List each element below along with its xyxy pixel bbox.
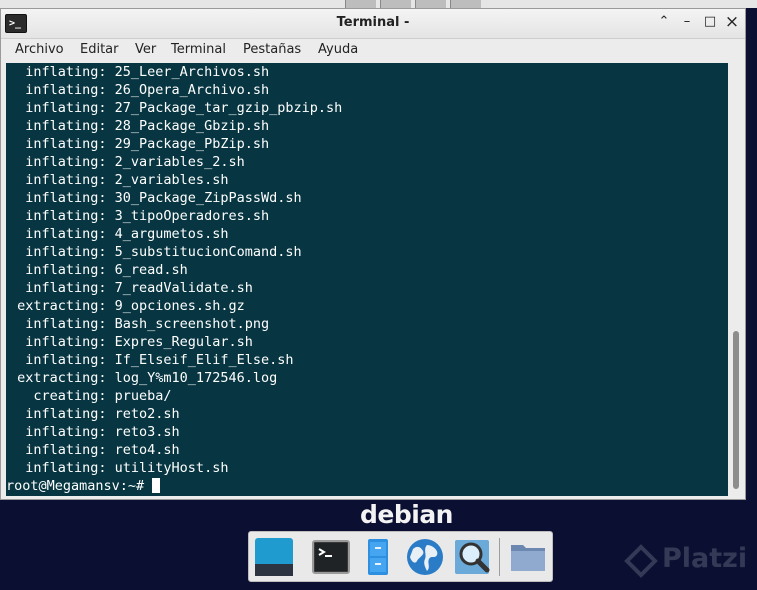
- shade-button[interactable]: ⌃: [655, 13, 673, 31]
- folder-icon[interactable]: [508, 537, 548, 577]
- app-finder-icon[interactable]: [453, 537, 493, 577]
- window-title: Terminal -: [336, 15, 410, 30]
- terminal-line: inflating: 7_readValidate.sh: [9, 280, 253, 296]
- terminal-line: inflating: 5_substitucionComand.sh: [9, 244, 302, 260]
- file-cabinet-icon[interactable]: [358, 537, 398, 577]
- terminal-line: inflating: 29_Package_PbZip.sh: [9, 136, 270, 152]
- terminal-line: extracting: 9_opciones.sh.gz: [9, 298, 245, 314]
- platzi-watermark: Platzi: [662, 543, 748, 574]
- terminal-line: inflating: Bash_screenshot.png: [9, 316, 270, 332]
- debian-logo: debian: [360, 500, 453, 529]
- terminal-line: inflating: 4_argumetos.sh: [9, 226, 229, 242]
- terminal-line: inflating: reto2.sh: [9, 406, 180, 422]
- terminal-line: inflating: utilityHost.sh: [9, 460, 229, 476]
- menu-archivo[interactable]: Archivo: [15, 42, 64, 57]
- platzi-logo-icon: [624, 544, 658, 578]
- terminal-line: inflating: reto4.sh: [9, 442, 180, 458]
- menu-pestanas[interactable]: Pestañas: [243, 42, 301, 57]
- menu-editar[interactable]: Editar: [80, 42, 119, 57]
- terminal-line: extracting: log_Y%m10_172546.log: [9, 370, 278, 386]
- menu-terminal[interactable]: Terminal: [171, 42, 226, 57]
- terminal-line: inflating: 28_Package_Gbzip.sh: [9, 118, 270, 134]
- terminal-icon[interactable]: [311, 537, 351, 577]
- show-desktop-icon[interactable]: [254, 537, 294, 577]
- menu-ayuda[interactable]: Ayuda: [318, 42, 358, 57]
- terminal-line: inflating: 2_variables_2.sh: [9, 154, 245, 170]
- minimize-button[interactable]: –: [678, 13, 696, 31]
- terminal-output[interactable]: inflating: 25_Leer_Archivos.sh inflating…: [6, 63, 728, 496]
- terminal-line: inflating: reto3.sh: [9, 424, 180, 440]
- terminal-window: >_ Terminal - ⌃ – □ × Archivo Editar Ver…: [0, 8, 746, 500]
- menu-ver[interactable]: Ver: [135, 42, 156, 57]
- terminal-line: inflating: 27_Package_tar_gzip_pbzip.sh: [9, 100, 343, 116]
- terminal-line: inflating: Expres_Regular.sh: [9, 334, 253, 350]
- scrollbar[interactable]: [730, 63, 742, 496]
- title-bar[interactable]: >_ Terminal - ⌃ – □ ×: [1, 9, 745, 39]
- close-button[interactable]: ×: [723, 13, 741, 31]
- terminal-line: inflating: 2_variables.sh: [9, 172, 229, 188]
- dock-separator: [499, 538, 500, 576]
- background-tab: [450, 0, 481, 8]
- dock-panel: [248, 531, 553, 582]
- background-tab: [345, 0, 376, 8]
- shell-prompt: root@Megamansv:~#: [6, 478, 153, 494]
- terminal-line: inflating: 30_Package_ZipPassWd.sh: [9, 190, 302, 206]
- background-app-strip: [0, 0, 757, 8]
- terminal-line: inflating: 6_read.sh: [9, 262, 188, 278]
- text-cursor: [152, 478, 161, 493]
- maximize-button[interactable]: □: [701, 13, 719, 31]
- terminal-line: inflating: 25_Leer_Archivos.sh: [9, 64, 270, 80]
- background-tab: [380, 0, 411, 8]
- terminal-line: creating: prueba/: [9, 388, 172, 404]
- prompt-line[interactable]: root@Megamansv:~#: [6, 477, 728, 495]
- scrollbar-thumb[interactable]: [733, 331, 739, 489]
- terminal-line: inflating: 3_tipoOperadores.sh: [9, 208, 270, 224]
- web-browser-icon[interactable]: [405, 537, 445, 577]
- menu-bar: Archivo Editar Ver Terminal Pestañas Ayu…: [1, 39, 745, 63]
- background-tab: [415, 0, 446, 8]
- terminal-line: inflating: If_Elseif_Elif_Else.sh: [9, 352, 294, 368]
- terminal-line: inflating: 26_Opera_Archivo.sh: [9, 82, 270, 98]
